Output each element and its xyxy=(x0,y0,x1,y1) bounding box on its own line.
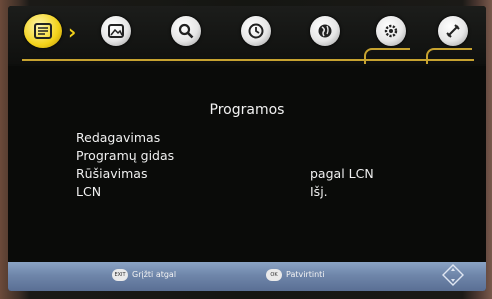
tab-notch-settings xyxy=(364,48,410,64)
tab-notch-satellite xyxy=(426,48,472,64)
tab-installation[interactable] xyxy=(438,16,468,46)
tab-network[interactable] xyxy=(310,16,340,46)
top-menu-bar: › xyxy=(8,6,486,64)
navigation-arrows-icon xyxy=(442,264,464,286)
image-icon xyxy=(108,24,124,38)
help-bar: EXIT Grįžti atgal OK Patvirtinti xyxy=(8,262,486,291)
clock-icon xyxy=(248,23,264,39)
page-title: Programos xyxy=(209,102,285,118)
menu-item-sorting[interactable]: Rūšiavimas xyxy=(76,166,147,181)
menu-item-lcn[interactable]: LCN xyxy=(76,184,101,199)
menu-item-edit[interactable]: Redagavimas xyxy=(76,130,160,145)
tab-settings[interactable] xyxy=(376,16,406,46)
chevron-right-icon: › xyxy=(68,20,77,44)
tv-frame: › Programos Redagavimas Programų gidas R… xyxy=(0,0,492,299)
lcn-value: Išj. xyxy=(310,184,328,199)
confirm-hint: Patvirtinti xyxy=(286,270,325,279)
programs-icon xyxy=(34,23,52,39)
tab-time[interactable] xyxy=(241,16,271,46)
sorting-value: pagal LCN xyxy=(310,166,374,181)
tab-programs[interactable] xyxy=(24,14,62,48)
back-hint: Grįžti atgal xyxy=(132,270,177,279)
search-icon xyxy=(178,23,194,39)
tv-screen: › Programos Redagavimas Programų gidas R… xyxy=(8,6,486,291)
tab-media[interactable] xyxy=(101,16,131,46)
tab-search[interactable] xyxy=(171,16,201,46)
satellite-icon xyxy=(446,24,460,38)
menu-item-program-guide[interactable]: Programų gidas xyxy=(76,148,174,163)
menu-panel: Programos Redagavimas Programų gidas Rūš… xyxy=(8,66,486,262)
exit-key-icon: EXIT xyxy=(112,269,128,281)
ok-key-icon: OK xyxy=(266,269,282,281)
globe-icon xyxy=(318,24,332,38)
gear-icon xyxy=(384,24,398,38)
